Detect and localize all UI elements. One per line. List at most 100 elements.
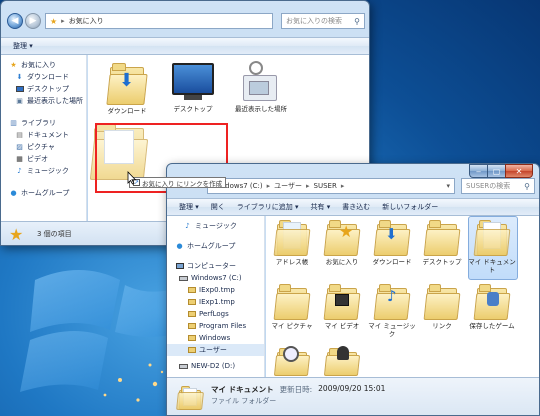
search-icon: ⚲ xyxy=(354,16,360,26)
search-input[interactable]: SUSERの検索 ⚲ xyxy=(461,178,535,194)
search-input[interactable]: お気に入りの検索 ⚲ xyxy=(281,13,365,29)
forward-button[interactable]: ▶ xyxy=(25,13,41,29)
open-label: 開く xyxy=(210,203,225,211)
tile-my-videos[interactable]: マイ ビデオ xyxy=(316,282,368,330)
organize-button[interactable]: 整理 ▾ xyxy=(13,41,33,51)
mouse-cursor-icon xyxy=(127,171,137,185)
address-bar[interactable]: ★ ▸ お気に入り xyxy=(45,13,273,29)
new-folder-button[interactable]: 新しいフォルダー xyxy=(382,202,438,212)
burn-button[interactable]: 書き込む xyxy=(342,202,370,212)
star-icon: ★ xyxy=(10,61,17,69)
search-placeholder: お気に入りの検索 xyxy=(286,17,342,25)
sidebar-item-videos[interactable]: ▦ ビデオ xyxy=(1,153,86,165)
details-date: 2009/09/20 15:01 xyxy=(318,384,386,393)
add-to-library-button[interactable]: ライブラリに追加 ▾ xyxy=(237,202,299,212)
dropdown-icon[interactable]: ▾ xyxy=(446,182,450,190)
tile-my-documents[interactable]: マイ ドキュメント xyxy=(466,218,518,274)
tile-downloads[interactable]: ⬇ ダウンロード xyxy=(366,218,418,266)
tile-label: アドレス帳 xyxy=(275,258,309,266)
tile-recent-places[interactable]: 最近表示した場所 xyxy=(228,59,294,113)
open-button[interactable]: 開く xyxy=(211,202,225,212)
drive-icon xyxy=(179,362,188,371)
details-date-label: 更新日時: xyxy=(279,385,313,394)
sidebar-label: IExp0.tmp xyxy=(199,286,235,294)
tile-address-book[interactable]: アドレス帳 xyxy=(266,218,318,266)
favorites-folder-icon: ★ xyxy=(323,218,361,256)
sidebar-item-downloads[interactable]: ⬇ ダウンロード xyxy=(1,71,86,83)
tile-my-pictures[interactable]: マイ ピクチャ xyxy=(266,282,318,330)
status-text: 3 個の項目 xyxy=(37,229,72,238)
sidebar-item-documents[interactable]: ▤ ドキュメント xyxy=(1,129,86,141)
sidebar-item-folder-selected[interactable]: ユーザー xyxy=(167,344,264,356)
tile-contacts[interactable] xyxy=(316,346,368,376)
sidebar-item-music[interactable]: ♪ ミュージック xyxy=(1,165,86,177)
tile-searches[interactable] xyxy=(266,346,318,376)
navigation-pane: ★ お気に入り ⬇ ダウンロード デスクトップ ▣ 最近表示した場所 ▥ ライブ… xyxy=(1,55,87,223)
file-list: アドレス帳 ★ お気に入り ⬇ ダウンロード デスクトップ マイ ドキュメント … xyxy=(266,216,539,379)
address-bar[interactable]: Windows7 (C:) ▸ ユーザー ▸ SUSER ▸ ▾ xyxy=(207,178,455,194)
sidebar-item-desktop[interactable]: デスクトップ xyxy=(1,83,86,95)
drag-tooltip: ↗ お気に入り にリンクを作成 xyxy=(129,177,227,188)
chevron-right-icon: ▸ xyxy=(266,182,271,190)
videos-icon: ▦ xyxy=(16,155,23,163)
tile-saved-games[interactable]: 保存したゲーム xyxy=(466,282,518,330)
sidebar-label: ドキュメント xyxy=(27,131,69,139)
tile-links[interactable]: リンク xyxy=(416,282,468,330)
chevron-right-icon: ▸ xyxy=(340,182,345,190)
tile-desktop[interactable]: デスクトップ xyxy=(416,218,468,266)
search-placeholder: SUSERの検索 xyxy=(466,182,511,190)
sidebar-item-pictures[interactable]: ▨ ピクチャ xyxy=(1,141,86,153)
folder-icon xyxy=(187,346,196,355)
window-frame: ◀ ▶ ★ ▸ お気に入り お気に入りの検索 ⚲ xyxy=(1,1,369,37)
user-folder-window: ‒ ▢ ✕ Windows7 (C:) ▸ ユーザー ▸ SUSER ▸ ▾ S… xyxy=(166,163,540,416)
share-button[interactable]: 共有 ▾ xyxy=(311,202,331,212)
desktop-icon xyxy=(172,63,214,103)
sidebar-label: ダウンロード xyxy=(27,73,69,81)
links-folder-icon xyxy=(423,282,461,320)
sidebar-item-music[interactable]: ♪ ミュージック xyxy=(167,220,264,232)
sidebar-item-drive-d[interactable]: NEW-D2 (D:) xyxy=(167,360,264,372)
nav-buttons: ◀ ▶ xyxy=(7,13,41,29)
burn-label: 書き込む xyxy=(342,203,371,211)
sidebar-item-homegroup[interactable]: ● ホームグループ xyxy=(1,187,86,199)
sidebar-label: ホームグループ xyxy=(21,189,70,197)
desktop-icon xyxy=(15,85,24,94)
toolbar: 整理 ▾ 開く ライブラリに追加 ▾ 共有 ▾ 書き込む 新しいフォルダー xyxy=(167,198,539,216)
music-folder-icon: ♪ xyxy=(373,282,411,320)
sidebar-item-favorites[interactable]: ★ お気に入り xyxy=(1,59,86,71)
sidebar-item-drive-c[interactable]: Windows7 (C:) xyxy=(167,272,264,284)
star-icon: ★ xyxy=(9,225,24,244)
breadcrumb-1[interactable]: ユーザー xyxy=(274,181,302,191)
organize-label: 整理 xyxy=(13,42,27,50)
folder-icon xyxy=(187,298,196,307)
saved-games-folder-icon xyxy=(473,282,511,320)
back-button[interactable]: ◀ xyxy=(7,13,23,29)
sidebar-label: ミュージック xyxy=(195,222,237,230)
tile-label: デスクトップ xyxy=(422,258,462,266)
computer-icon xyxy=(175,262,184,271)
sidebar-item-folder[interactable]: PerfLogs xyxy=(167,308,264,320)
sidebar-label: Program Files xyxy=(199,322,247,330)
toolbar: 整理 ▾ xyxy=(1,37,369,55)
tile-downloads[interactable]: ⬇ ダウンロード xyxy=(94,59,160,115)
sidebar-item-folder[interactable]: Windows xyxy=(167,332,264,344)
tile-my-music[interactable]: ♪ マイ ミュージック xyxy=(366,282,418,338)
breadcrumb-2[interactable]: SUSER xyxy=(314,182,337,190)
sidebar-item-recent[interactable]: ▣ 最近表示した場所 xyxy=(1,95,86,107)
library-icon: ▥ xyxy=(10,119,17,127)
pictures-folder-icon xyxy=(273,282,311,320)
search-icon: ⚲ xyxy=(524,181,530,191)
sidebar-item-homegroup[interactable]: ● ホームグループ xyxy=(167,240,264,252)
homegroup-icon: ● xyxy=(176,242,183,250)
tile-label: リンク xyxy=(432,322,452,330)
sidebar-label: IExp1.tmp xyxy=(199,298,235,306)
organize-button[interactable]: 整理 ▾ xyxy=(179,202,199,212)
sidebar-item-folder[interactable]: IExp0.tmp xyxy=(167,284,264,296)
tile-label: マイ ビデオ xyxy=(324,322,360,330)
tile-desktop[interactable]: デスクトップ xyxy=(160,59,226,113)
sidebar-item-folder[interactable]: Program Files xyxy=(167,320,264,332)
sidebar-item-computer[interactable]: コンピューター xyxy=(167,260,264,272)
tile-favorites[interactable]: ★ お気に入り xyxy=(316,218,368,266)
sidebar-item-folder[interactable]: IExp1.tmp xyxy=(167,296,264,308)
sidebar-item-libraries[interactable]: ▥ ライブラリ xyxy=(1,117,86,129)
